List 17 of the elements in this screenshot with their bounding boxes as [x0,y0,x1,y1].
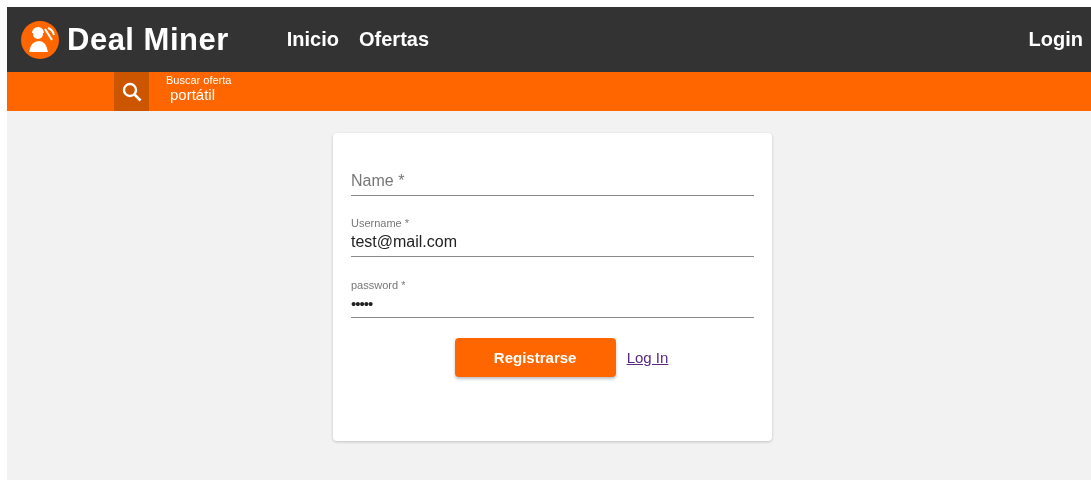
search-label: Buscar oferta [166,74,233,86]
input-field[interactable]: ••••• [351,295,754,317]
login-link[interactable]: Log In [626,349,669,366]
field-label: password * [351,279,407,291]
brand-name: Deal Miner [67,21,229,58]
input-field[interactable]: test@mail.com [351,233,754,256]
field-label: Username * [351,217,411,229]
search-button[interactable] [114,72,149,111]
form-field[interactable]: Name * [351,157,754,196]
form-field[interactable]: Username * test@mail.com [351,218,754,257]
form-field[interactable]: password * ••••• [351,279,754,318]
input-field[interactable]: Name * [351,172,754,195]
search-icon [121,81,142,102]
nav-link[interactable]: Ofertas [359,28,430,51]
miner-logo-icon [21,20,59,59]
nav-link[interactable]: Inicio [286,28,339,51]
login-link[interactable]: Login [1028,28,1083,51]
